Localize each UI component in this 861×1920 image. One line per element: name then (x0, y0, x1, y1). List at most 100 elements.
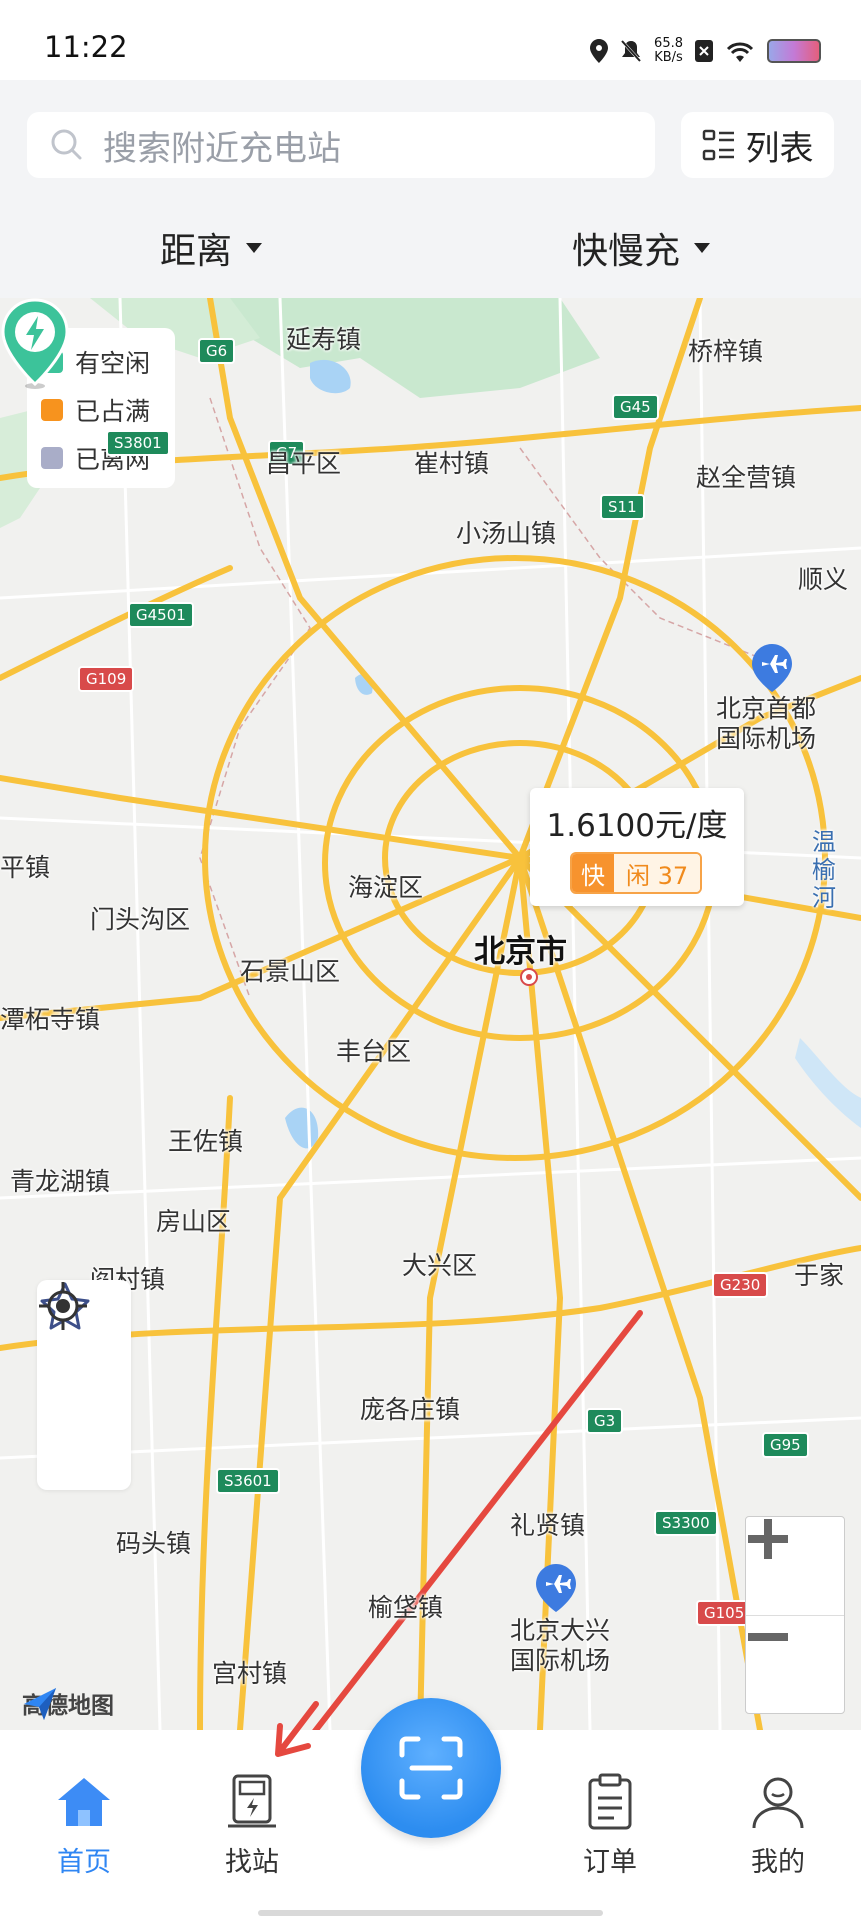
map-place-label: 顺义 (798, 565, 849, 594)
user-icon (752, 1777, 804, 1829)
charging-station-icon (228, 1774, 276, 1828)
map-side-tools (37, 1280, 131, 1490)
legend-label: 有空闲 (75, 349, 151, 378)
wifi-icon (726, 42, 754, 62)
map-place-label: 礼贤镇 (510, 1511, 586, 1540)
map-city-label: 北京市 (474, 934, 567, 970)
plus-icon (748, 1519, 788, 1559)
map-place-label: 崔村镇 (414, 449, 490, 478)
road-shield: S3801 (106, 430, 170, 456)
net-speed-value: 65.8 (654, 36, 683, 51)
status-bar: 11:22 65.8 KB/s (0, 0, 861, 80)
road-shield: S3601 (216, 1468, 280, 1494)
map-place-label: 石景山区 (240, 957, 341, 986)
map-river-label: 温榆河 (812, 828, 836, 912)
sim-disabled-icon (695, 40, 713, 62)
search-input[interactable]: 搜索附近充电站 (27, 112, 655, 178)
filter-distance[interactable]: 距离 (160, 222, 263, 274)
location-icon (590, 39, 609, 63)
map-place-label: 榆垡镇 (368, 1593, 444, 1622)
map-base (0, 298, 861, 1730)
nav-item-find-station[interactable]: 找站 (192, 1772, 312, 1879)
map-place-label: 丰台区 (336, 1037, 412, 1066)
map-place-label: 王佐镇 (168, 1127, 244, 1156)
station-price-popup[interactable]: 1.6100元/度 快 闲 37 (530, 788, 744, 906)
net-speed-unit: KB/s (654, 50, 683, 65)
map-place-label: 庞各庄镇 (360, 1395, 461, 1424)
minus-icon (748, 1633, 788, 1641)
home-icon (58, 1778, 110, 1826)
filter-charge-speed-label: 快慢充 (572, 231, 681, 272)
net-speed: 65.8 KB/s (654, 37, 683, 65)
nav-label-home: 首页 (57, 1847, 111, 1878)
mute-bell-icon (620, 39, 642, 63)
zoom-in-button[interactable] (746, 1517, 844, 1616)
map-place-label: 北京大兴国际机场 (509, 1616, 610, 1675)
top-panel: 搜索附近充电站 列表 距离 快慢充 (0, 80, 861, 298)
road-shield: S11 (600, 494, 645, 520)
road-shield: G45 (612, 394, 659, 420)
map-place-label: 昌平区 (266, 449, 342, 478)
idle-count-tag: 闲 37 (614, 854, 701, 892)
nav-label-orders: 订单 (583, 1847, 637, 1878)
map-place-label: 赵全营镇 (696, 463, 797, 492)
amap-logo-icon (24, 1688, 56, 1720)
scan-button[interactable] (361, 1698, 501, 1838)
filter-charge-speed[interactable]: 快慢充 (572, 222, 711, 274)
status-time: 11:22 (44, 30, 128, 64)
search-placeholder: 搜索附近充电站 (103, 128, 341, 169)
locate-icon[interactable] (37, 1280, 89, 1332)
map-place-label: 大兴区 (402, 1251, 478, 1280)
legend-swatch-full (41, 399, 63, 421)
map-place-label: 门头沟区 (90, 905, 191, 934)
map-place-label: 海淀区 (348, 873, 424, 902)
map-place-label: 延寿镇 (286, 325, 362, 354)
map-place-label: 北京首都国际机场 (716, 694, 817, 753)
capital-marker-icon (520, 968, 538, 986)
road-shield: G4501 (128, 602, 194, 628)
annotation-arrow-head (275, 1701, 319, 1757)
road-shield: G109 (78, 666, 135, 692)
list-button[interactable]: 列表 (681, 112, 834, 178)
map-place-label: 潭柘寺镇 (0, 1005, 101, 1034)
map-place-label: 码头镇 (116, 1529, 192, 1558)
list-icon (702, 129, 734, 161)
nav-item-home[interactable]: 首页 (24, 1772, 144, 1879)
scan-icon (399, 1736, 463, 1800)
road-shield: G3 (586, 1408, 624, 1434)
charging-station-pin-icon[interactable] (0, 298, 70, 390)
charger-status-tag: 快 闲 37 (570, 852, 703, 894)
caret-down-icon (246, 243, 263, 253)
search-icon (51, 129, 82, 160)
road-shield: G230 (712, 1272, 769, 1298)
bottom-nav: 首页 找站 订单 我的 (0, 1698, 861, 1920)
battery-icon (767, 39, 821, 63)
road-shield: G6 (198, 338, 236, 364)
map-place-label: 青龙湖镇 (10, 1167, 111, 1196)
zoom-out-button[interactable] (746, 1615, 844, 1713)
map-place-label: 宫村镇 (212, 1659, 288, 1688)
road-shield: S3300 (654, 1510, 718, 1536)
legend-item-full: 已占满 (27, 386, 175, 434)
legend-label: 已占满 (75, 397, 151, 426)
road-shield: G105 (696, 1600, 753, 1626)
status-icons: 65.8 KB/s (590, 34, 821, 68)
map-view[interactable]: 有空闲 已占满 已离网 G6 G7 S3801 G45 S11 G4501 G1… (0, 298, 861, 1730)
map-place-label: 桥梓镇 (688, 337, 764, 366)
fast-charge-tag: 快 (572, 854, 614, 892)
nav-label-profile: 我的 (751, 1847, 805, 1878)
map-place-label: 房山区 (156, 1207, 232, 1236)
map-place-label: 小汤山镇 (456, 519, 557, 548)
station-price: 1.6100元/度 (546, 808, 728, 844)
filter-distance-label: 距离 (160, 231, 233, 272)
nav-item-orders[interactable]: 订单 (550, 1772, 670, 1879)
home-indicator (258, 1910, 603, 1916)
nav-item-profile[interactable]: 我的 (718, 1772, 838, 1879)
map-place-label: 平镇 (0, 853, 51, 882)
legend-swatch-offline (41, 447, 63, 469)
clipboard-icon (588, 1773, 632, 1830)
amap-logo: 高德地图 (22, 1686, 114, 1720)
zoom-controls (745, 1516, 845, 1714)
airport-icon (536, 1564, 576, 1612)
nav-label-find-station: 找站 (225, 1847, 279, 1878)
